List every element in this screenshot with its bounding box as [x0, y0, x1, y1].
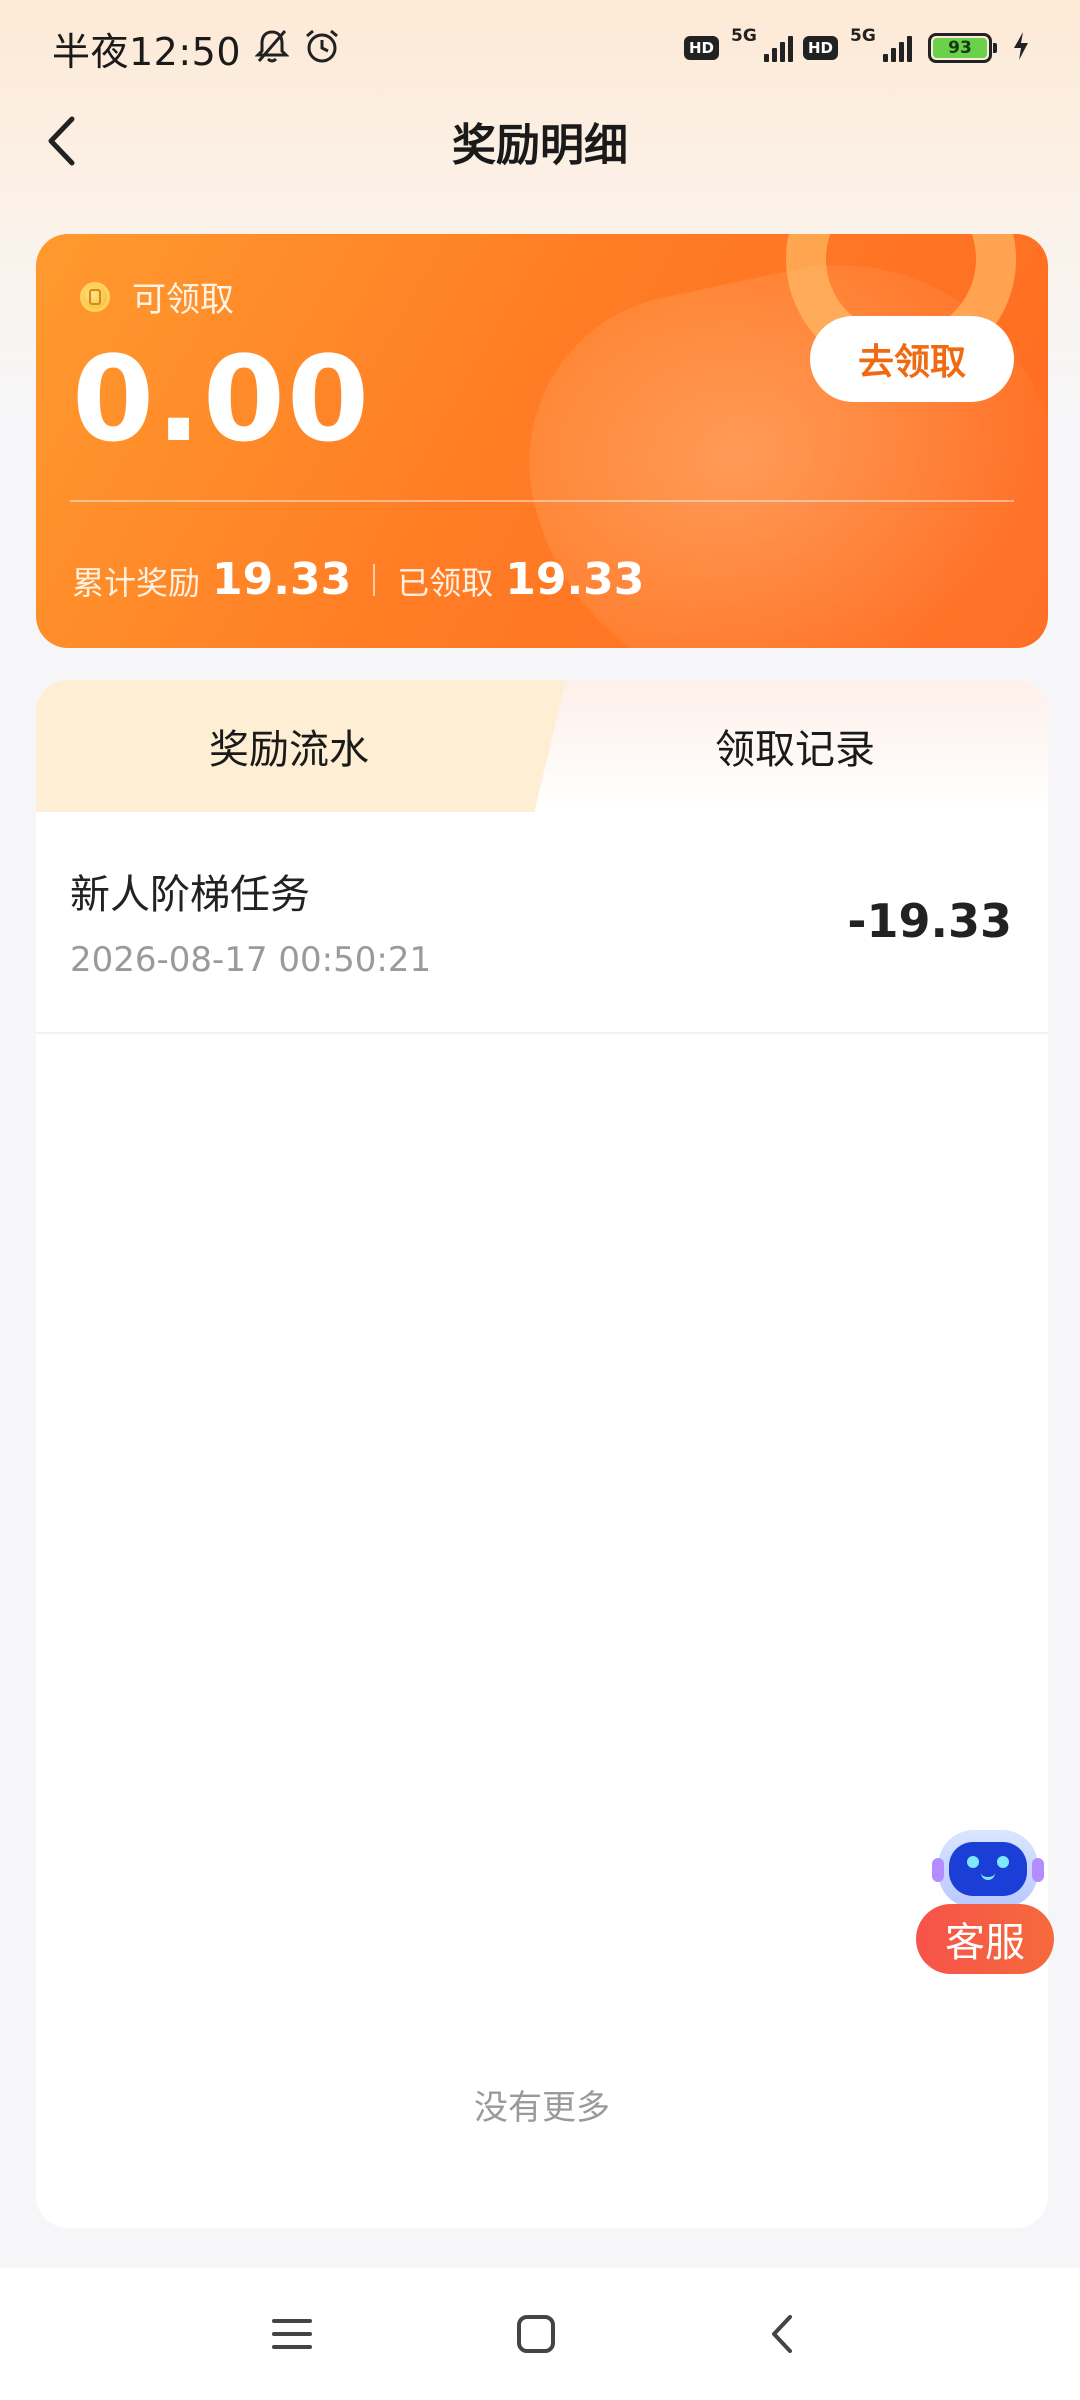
- divider: [373, 563, 376, 596]
- status-bar: 半夜12:50 HD 5G HD 5G 93: [0, 0, 1080, 96]
- header: 奖励明细: [0, 96, 1080, 186]
- list-item[interactable]: 新人阶梯任务 2026-08-17 00:50:21 -19.33: [36, 812, 1048, 1034]
- battery-level: 93: [933, 38, 987, 58]
- nav-back-button[interactable]: [752, 2304, 812, 2364]
- battery-icon: 93: [928, 33, 997, 63]
- signal-icon: 5G: [848, 26, 912, 68]
- home-square-icon: [517, 2315, 555, 2353]
- customer-service-button[interactable]: 客服: [912, 1828, 1060, 1978]
- signal-icon: 5G: [729, 26, 793, 68]
- claimed-value: 19.33: [505, 554, 645, 605]
- tab-bar: 奖励流水 领取记录: [36, 680, 1048, 812]
- chevron-left-icon: [772, 2315, 792, 2353]
- reward-details-page: 半夜12:50 HD 5G HD 5G 93 奖励明细 可领取 0.00 去领取…: [0, 0, 1080, 2400]
- system-nav-bar: [0, 2268, 1080, 2400]
- tab-claim-records[interactable]: 领取记录: [542, 680, 1048, 812]
- hd-badge: HD: [802, 36, 838, 60]
- customer-service-label: 客服: [916, 1904, 1054, 1974]
- menu-button[interactable]: [262, 2304, 322, 2364]
- back-button[interactable]: [36, 116, 86, 166]
- menu-icon: [272, 2319, 312, 2349]
- divider: [70, 500, 1014, 502]
- records-panel: 奖励流水 领取记录 新人阶梯任务 2026-08-17 00:50:21 -19…: [36, 680, 1048, 2228]
- tab-reward-flow[interactable]: 奖励流水: [36, 680, 542, 812]
- available-amount: 0.00: [72, 330, 372, 468]
- hd-badge: HD: [683, 36, 719, 60]
- page-title: 奖励明细: [452, 120, 628, 171]
- list-end-text: 没有更多: [474, 2088, 610, 2128]
- reward-summary-card: 可领取 0.00 去领取 累计奖励 19.33 已领取 19.33: [36, 234, 1048, 648]
- chevron-left-icon: [48, 116, 75, 166]
- home-button[interactable]: [506, 2304, 566, 2364]
- record-time: 2026-08-17 00:50:21: [70, 940, 432, 980]
- coin-icon: [80, 281, 110, 312]
- status-time: 半夜12:50: [52, 29, 242, 74]
- record-amount: -19.33: [847, 894, 1012, 948]
- available-label: 可领取: [132, 280, 234, 320]
- claim-button[interactable]: 去领取: [810, 316, 1014, 402]
- total-reward-value: 19.33: [212, 554, 352, 605]
- alarm-icon: [303, 27, 341, 69]
- bell-off-icon: [254, 28, 290, 68]
- charging-icon: [1012, 31, 1030, 65]
- claimed-label: 已领取: [397, 564, 494, 602]
- robot-icon: [932, 1830, 1044, 1908]
- total-reward-label: 累计奖励: [72, 564, 201, 602]
- record-title: 新人阶梯任务: [70, 872, 310, 918]
